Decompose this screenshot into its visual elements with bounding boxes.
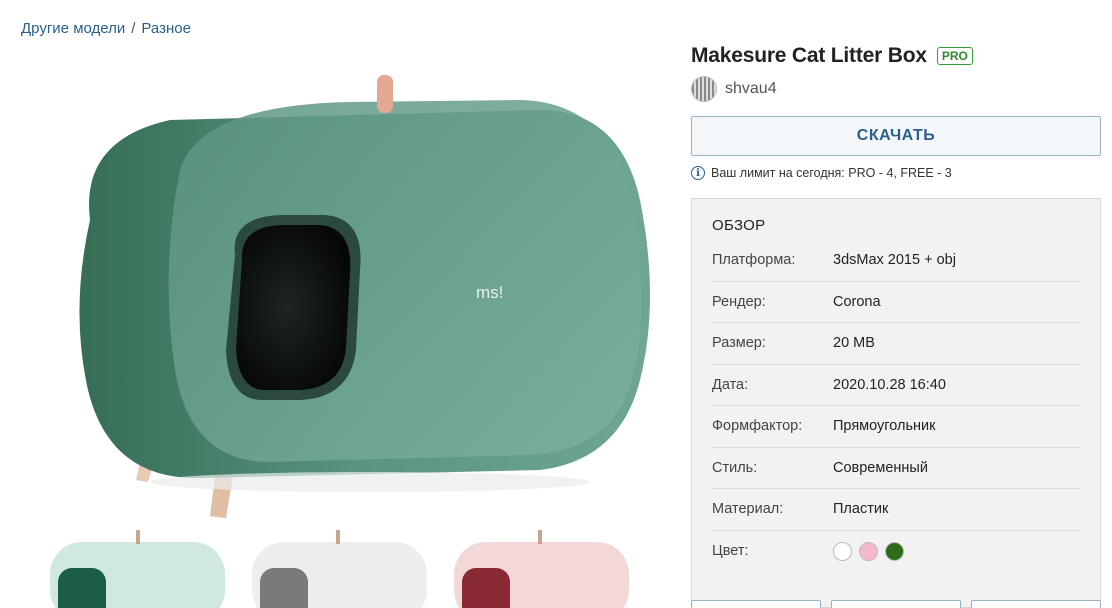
overview-label: Материал: <box>712 501 784 518</box>
breadcrumb: Другие модели / Разное <box>21 20 191 37</box>
bottom-button-1[interactable] <box>691 600 821 608</box>
overview-label: Формфактор: <box>712 418 803 435</box>
color-swatch-pink[interactable] <box>859 541 878 561</box>
thumbnail-mint[interactable] <box>50 530 225 608</box>
overview-label: Рендер: <box>712 293 766 310</box>
overview-value: Corona <box>833 293 881 310</box>
bottom-button-3[interactable] <box>971 600 1101 608</box>
breadcrumb-separator: / <box>131 20 136 37</box>
download-limit: i Ваш лимит на сегодня: PRO - 4, FREE - … <box>691 166 1101 180</box>
overview-value: 2020.10.28 16:40 <box>833 376 946 393</box>
thumbnail-white[interactable] <box>252 530 427 608</box>
download-button[interactable]: СКАЧАТЬ <box>691 116 1101 156</box>
overview-value: 3dsMax 2015 + obj <box>833 252 956 269</box>
info-icon: i <box>691 166 705 180</box>
product-main-image[interactable]: ms! <box>20 50 660 520</box>
overview-label: Дата: <box>712 376 749 393</box>
color-swatch-white[interactable] <box>833 541 852 561</box>
pro-badge: PRO <box>936 47 973 65</box>
bottom-button-2[interactable] <box>831 600 961 608</box>
overview-title: ОБЗОР <box>712 217 766 234</box>
overview-row-date: Дата: 2020.10.28 16:40 <box>712 365 1080 406</box>
overview-row-style: Стиль: Современный <box>712 448 1080 489</box>
breadcrumb-misc[interactable]: Разное <box>141 20 191 37</box>
bottom-buttons-row <box>691 600 1101 608</box>
product-logo-text: ms! <box>476 283 503 302</box>
author-avatar[interactable] <box>691 76 717 102</box>
breadcrumb-other-models[interactable]: Другие модели <box>21 20 125 37</box>
overview-row-render: Рендер: Corona <box>712 282 1080 323</box>
overview-value: Пластик <box>833 501 889 518</box>
overview-value: 20 MB <box>833 335 875 352</box>
overview-label: Платформа: <box>712 252 796 269</box>
color-swatches <box>833 541 904 561</box>
product-info-panel: Makesure Cat Litter Box PRO shvau4 СКАЧА… <box>691 40 1101 608</box>
overview-row-size: Размер: 20 MB <box>712 323 1080 365</box>
overview-row-platform: Платформа: 3dsMax 2015 + obj <box>712 240 1080 282</box>
overview-label: Стиль: <box>712 459 758 476</box>
overview-value: Современный <box>833 459 928 476</box>
product-title: Makesure Cat Litter Box <box>691 44 927 67</box>
author-link[interactable]: shvau4 <box>691 76 1101 102</box>
download-limit-text: Ваш лимит на сегодня: PRO - 4, FREE - 3 <box>711 166 952 180</box>
overview-row-material: Материал: Пластик <box>712 489 1080 531</box>
overview-label: Размер: <box>712 335 766 352</box>
overview-panel: ОБЗОР Платформа: 3dsMax 2015 + obj Ренде… <box>691 198 1101 608</box>
overview-row-formfactor: Формфактор: Прямоугольник <box>712 406 1080 448</box>
color-swatch-green[interactable] <box>885 541 904 561</box>
overview-value: Прямоугольник <box>833 418 936 435</box>
author-name[interactable]: shvau4 <box>725 80 777 98</box>
overview-row-color: Цвет: <box>712 531 1080 573</box>
overview-label: Цвет: <box>712 543 749 560</box>
thumbnail-strip <box>50 530 629 608</box>
thumbnail-pink[interactable] <box>454 530 629 608</box>
